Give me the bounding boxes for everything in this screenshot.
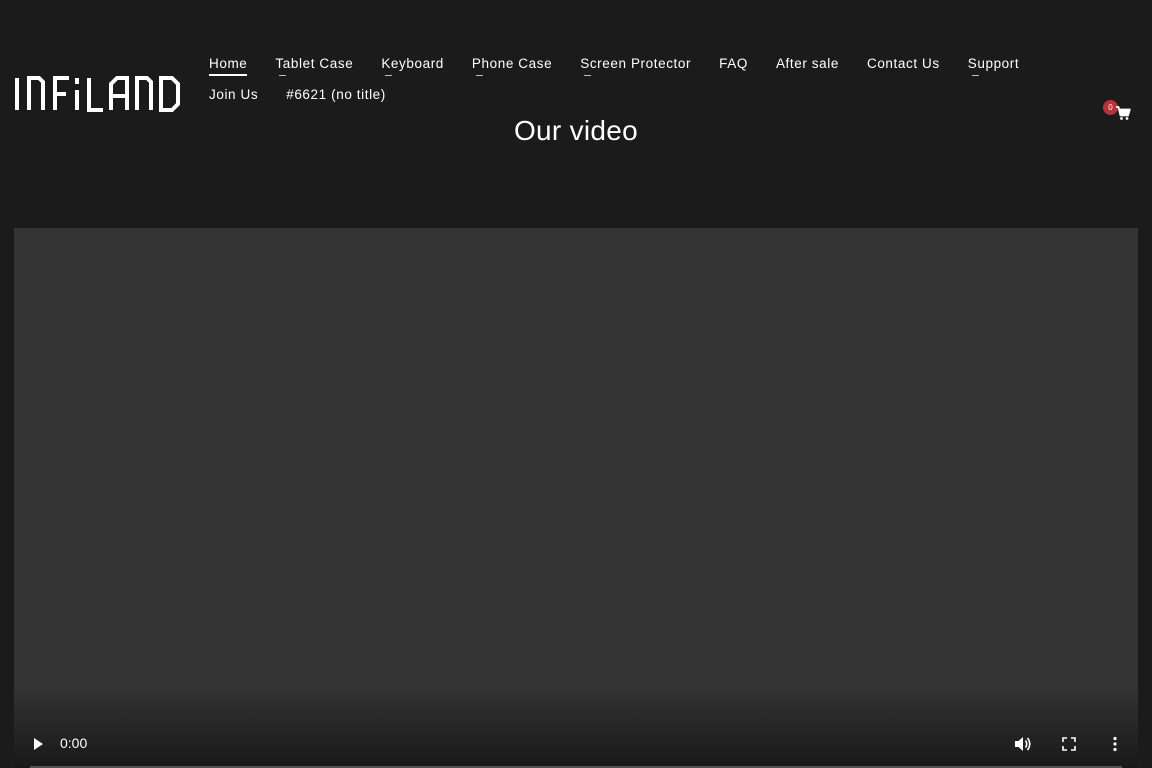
fullscreen-button[interactable]	[1053, 728, 1085, 760]
nav-item-screen-protector[interactable]: Screen Protector	[566, 52, 705, 76]
more-options-icon	[1113, 736, 1117, 752]
infiland-logo-icon	[15, 76, 180, 112]
volume-icon	[1015, 737, 1031, 751]
nav-item-support[interactable]: Support	[954, 52, 1033, 76]
section-title: Our video	[513, 115, 639, 146]
play-icon	[34, 738, 43, 750]
nav-item-6621-no-title[interactable]: #6621 (no title)	[272, 83, 400, 106]
nav-item-faq[interactable]: FAQ	[705, 52, 762, 75]
video-controls: 0:00	[14, 720, 1138, 768]
nav-item-keyboard[interactable]: Keyboard	[367, 52, 458, 76]
video-player[interactable]: 0:00	[14, 228, 1138, 768]
page: Home Tablet Case Keyboard Phone Case Screen …	[0, 0, 1152, 768]
nav-item-contact-us[interactable]: Contact Us	[853, 52, 954, 75]
main-navigation: Home Tablet Case Keyboard Phone Case Screen …	[195, 52, 1075, 106]
nav-item-after-sale[interactable]: After sale	[762, 52, 853, 75]
play-button[interactable]	[22, 728, 54, 760]
nav-item-tablet-case[interactable]: Tablet Case	[261, 52, 367, 76]
video-current-time: 0:00	[60, 735, 88, 751]
more-options-button[interactable]	[1099, 728, 1131, 760]
brand-logo[interactable]	[14, 76, 180, 112]
fullscreen-icon	[1062, 737, 1076, 751]
nav-item-join-us[interactable]: Join Us	[195, 83, 272, 106]
volume-button[interactable]	[1007, 728, 1039, 760]
nav-item-phone-case[interactable]: Phone Case	[458, 52, 566, 76]
nav-item-home[interactable]: Home	[195, 52, 261, 76]
